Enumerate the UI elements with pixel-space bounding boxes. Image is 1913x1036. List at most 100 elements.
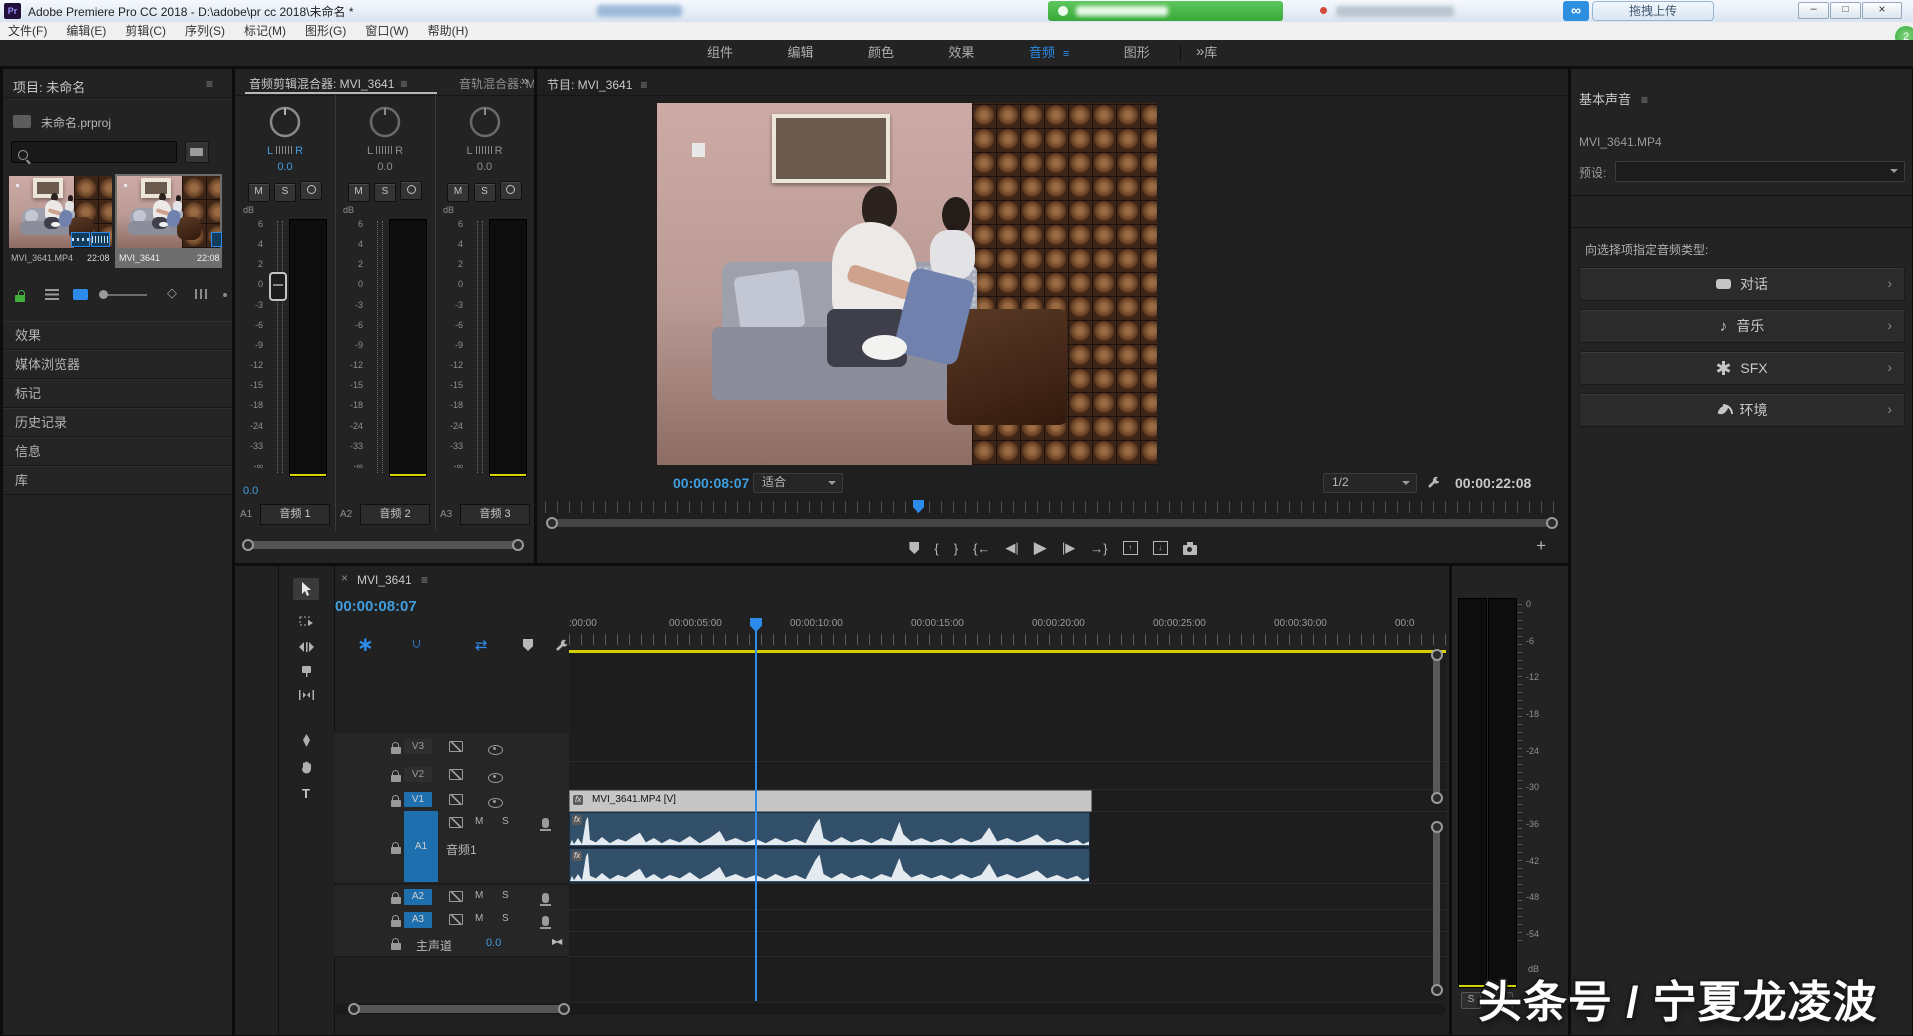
project-lock-icon[interactable] <box>15 295 25 302</box>
panel-menu-icon[interactable]: ≡ <box>400 77 407 91</box>
timeline-playhead-line[interactable] <box>755 630 757 1001</box>
clip-tile-selected[interactable]: MVI_3641 22:08 <box>115 174 222 268</box>
parent-bin-icon[interactable] <box>13 115 31 128</box>
audio-clip[interactable]: fx fx <box>569 812 1090 882</box>
menu-item[interactable]: 剪辑(C) <box>120 22 171 40</box>
new-search-bin-button[interactable] <box>185 141 209 163</box>
audio-type-sfx-button[interactable]: SFX › <box>1579 351 1905 385</box>
voiceover-record-icon[interactable] <box>542 916 549 926</box>
solo-button[interactable]: S <box>474 183 496 202</box>
keyframe-write-button[interactable] <box>300 181 322 200</box>
keyframe-write-button[interactable] <box>400 181 422 200</box>
keyframe-write-button[interactable] <box>500 181 522 200</box>
mute-track-button[interactable]: M <box>475 890 483 901</box>
pan-value[interactable]: 0.0 <box>335 161 435 173</box>
mute-button[interactable]: M <box>248 183 270 202</box>
minimize-button[interactable]: – <box>1798 2 1829 19</box>
timeline-current-time[interactable]: 00:00:08:07 <box>335 598 417 615</box>
icon-view-icon[interactable] <box>73 289 88 300</box>
slip-tool[interactable] <box>293 684 319 706</box>
ripple-edit-tool[interactable] <box>293 636 319 658</box>
panel-menu-icon[interactable]: ≡ <box>206 77 213 91</box>
sync-lock-icon[interactable] <box>449 817 463 828</box>
netdisk-upload-button[interactable]: 拖拽上传 <box>1592 1 1714 21</box>
netdisk-logo-icon[interactable]: ∞ <box>1563 1 1589 21</box>
goto-in-button[interactable]: {← <box>973 541 990 556</box>
master-gain-icon[interactable]: ▶◀ <box>552 937 560 946</box>
program-current-time[interactable]: 00:00:08:07 <box>673 475 749 491</box>
program-tab[interactable]: 节目: MVI_3641 <box>547 78 632 92</box>
program-mini-ruler[interactable] <box>545 501 1559 513</box>
pan-knob[interactable] <box>267 103 303 139</box>
workspace-overflow-icon[interactable]: » <box>1196 43 1204 60</box>
pan-value[interactable]: 0.0 <box>235 161 335 173</box>
type-tool[interactable]: T <box>293 782 319 804</box>
solo-track-button[interactable]: S <box>502 913 509 924</box>
lock-icon[interactable] <box>391 943 401 950</box>
clip-tile[interactable]: MVI_3641.MP4 22:08 <box>9 176 112 266</box>
fader-handle[interactable] <box>269 272 287 301</box>
menu-item[interactable]: 窗口(W) <box>360 22 413 40</box>
solo-button[interactable]: S <box>374 183 396 202</box>
track-name-a1[interactable]: A1 <box>404 811 438 882</box>
audio-type-music-button[interactable]: ♪ 音乐 › <box>1579 309 1905 343</box>
sync-lock-icon[interactable] <box>449 794 463 805</box>
menu-item[interactable]: 帮助(H) <box>423 22 474 40</box>
audio-type-ambience-button[interactable]: 环境 › <box>1579 393 1905 427</box>
tab-effects[interactable]: 效果 <box>923 40 999 66</box>
mark-out-button[interactable]: } <box>954 541 958 556</box>
sync-lock-icon[interactable] <box>449 741 463 752</box>
nested-sequence-icon[interactable]: ∗ <box>357 632 374 657</box>
tab-editing[interactable]: 编辑 <box>762 40 838 66</box>
mute-button[interactable]: M <box>348 183 370 202</box>
tab-overflow-icon[interactable]: » <box>521 73 528 88</box>
lock-icon[interactable] <box>391 775 401 782</box>
goto-out-button[interactable]: →} <box>1090 541 1107 556</box>
zoom-slider-handle[interactable] <box>99 290 108 299</box>
audio-type-dialogue-button[interactable]: 对话 › <box>1579 267 1905 301</box>
track-name-v2[interactable]: V2 <box>404 767 432 782</box>
side-panel-tab[interactable]: 媒体浏览器 <box>3 350 232 379</box>
tab-assembly[interactable]: 组件 <box>682 40 758 66</box>
program-h-scrollbar[interactable] <box>551 519 1553 527</box>
menu-item[interactable]: 图形(G) <box>300 22 351 40</box>
zoom-slider[interactable] <box>99 294 147 296</box>
play-button[interactable]: ▶ <box>1034 538 1047 558</box>
track-name-v1[interactable]: V1 <box>404 792 432 807</box>
fader-track[interactable] <box>377 221 383 473</box>
pen-tool[interactable] <box>293 730 319 752</box>
toolbar-more-icon[interactable] <box>223 293 227 297</box>
hand-tool[interactable] <box>293 756 319 778</box>
toggle-track-output-icon[interactable] <box>488 798 503 808</box>
panel-menu-icon[interactable]: ≡ <box>640 78 647 92</box>
side-panel-tab[interactable]: 信息 <box>3 437 232 466</box>
lock-icon[interactable] <box>391 847 401 854</box>
mark-in-button[interactable]: { <box>934 541 938 556</box>
menu-item[interactable]: 文件(F) <box>3 22 52 40</box>
video-clip[interactable]: fx MVI_3641.MP4 [V] <box>569 790 1092 812</box>
video-track-v-scrollbar[interactable] <box>1433 654 1440 799</box>
extract-icon[interactable]: ↓ <box>1153 541 1168 555</box>
track-select-tool[interactable] <box>293 610 319 632</box>
selection-tool[interactable] <box>293 578 319 600</box>
maximize-button[interactable]: □ <box>1830 2 1861 19</box>
panel-menu-icon[interactable]: ≡ <box>1641 93 1648 107</box>
automate-to-sequence-icon[interactable] <box>195 289 208 299</box>
step-back-button[interactable]: ◀| <box>1005 540 1018 556</box>
export-frame-icon[interactable] <box>1183 545 1197 555</box>
master-volume[interactable]: 0.0 <box>486 937 501 949</box>
menu-item[interactable]: 编辑(E) <box>61 22 111 40</box>
track-name-a3[interactable]: A3 <box>404 912 432 928</box>
add-marker-icon[interactable] <box>909 542 919 554</box>
lock-icon[interactable] <box>391 800 401 807</box>
panel-menu-icon[interactable]: ≡ <box>421 573 428 587</box>
track-name-box[interactable]: 音频 3 <box>460 504 530 525</box>
preset-select[interactable] <box>1615 161 1905 182</box>
tab-libraries[interactable]: 库 <box>1179 40 1242 66</box>
sequence-tab-close-icon[interactable]: × <box>341 571 348 585</box>
bin-name[interactable]: 未命名.prproj <box>41 114 111 131</box>
tab-menu-icon[interactable]: ≡ <box>1063 48 1069 60</box>
solo-track-button[interactable]: S <box>502 816 509 827</box>
project-panel-tab[interactable]: 项目: 未命名 <box>13 77 85 96</box>
side-panel-tab[interactable]: 库 <box>3 466 232 495</box>
